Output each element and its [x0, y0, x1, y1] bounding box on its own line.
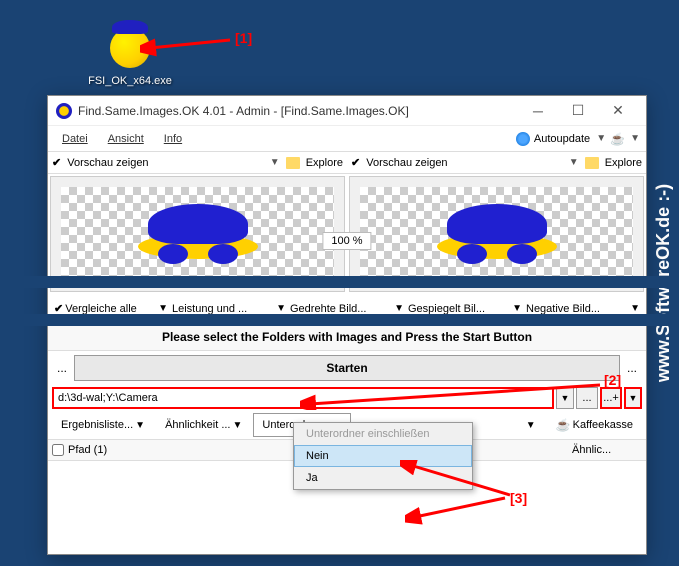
arrow-3b [405, 495, 515, 525]
close-button[interactable]: ✕ [598, 96, 638, 126]
explore-right[interactable]: Explore [605, 157, 642, 169]
filter-results[interactable]: Ergebnisliste...▼ [52, 413, 154, 437]
annotation-3: [3] [510, 490, 527, 506]
maximize-button[interactable]: ☐ [558, 96, 598, 126]
preview-show-right[interactable]: Vorschau zeigen [366, 157, 447, 169]
app-icon [56, 103, 72, 119]
instruction-text: Please select the Folders with Images an… [48, 324, 646, 351]
folder-icon [286, 157, 300, 169]
dots-left[interactable]: ... [52, 361, 72, 375]
autoupdate-control[interactable]: Autoupdate ▼ [516, 132, 606, 146]
menu-info[interactable]: Info [156, 130, 190, 148]
coffee-menu[interactable]: ▼ [610, 132, 640, 146]
path-column-header[interactable]: Pfad (1) [68, 444, 107, 456]
menu-ansicht[interactable]: Ansicht [100, 130, 152, 148]
chevron-down-icon: ▼ [630, 133, 640, 144]
arrow-3a [400, 460, 520, 500]
app-window: Find.Same.Images.OK 4.01 - Admin - [Find… [47, 95, 647, 555]
annotation-1: [1] [235, 30, 252, 46]
explore-left[interactable]: Explore [306, 157, 343, 169]
coffee-icon: ☕ [556, 418, 571, 432]
folder-icon [585, 157, 599, 169]
minimize-button[interactable]: ─ [518, 96, 558, 126]
menubar: Datei Ansicht Info Autoupdate ▼ ▼ [48, 126, 646, 152]
check-icon: ✔ [52, 156, 61, 169]
add-path-dropdown[interactable]: ▼ [624, 387, 642, 409]
filter-coffee[interactable]: ☕Kaffeekasse [547, 413, 642, 437]
window-title: Find.Same.Images.OK 4.01 - Admin - [Find… [78, 104, 518, 118]
arrow-1 [140, 30, 240, 60]
preview-right[interactable] [349, 176, 644, 292]
dropdown-include-subfolders: Unterordner einschließen [294, 423, 472, 445]
filter-similarity[interactable]: Ähnlichkeit ...▼ [156, 413, 251, 437]
preview-left[interactable] [50, 176, 345, 292]
menu-datei[interactable]: Datei [54, 130, 96, 148]
filter-extra[interactable]: ▼ [517, 413, 545, 437]
globe-icon [516, 132, 530, 146]
titlebar[interactable]: Find.Same.Images.OK 4.01 - Admin - [Find… [48, 96, 646, 126]
autoupdate-label: Autoupdate [534, 133, 590, 145]
similarity-column-header[interactable]: Ähnlic... [572, 444, 642, 456]
chevron-down-icon: ▼ [596, 133, 606, 144]
check-icon: ✔ [351, 156, 360, 169]
coffee-icon [610, 132, 624, 146]
preview-area: 100 % [48, 174, 646, 294]
chevron-down-icon[interactable]: ▼ [569, 157, 579, 168]
chevron-down-icon[interactable]: ▼ [270, 157, 280, 168]
start-button[interactable]: Starten [74, 355, 620, 381]
desktop-icon-label: FSI_OK_x64.exe [85, 75, 175, 87]
annotation-2: [2] [604, 372, 621, 388]
preview-show-left[interactable]: Vorschau zeigen [67, 157, 148, 169]
arrow-2 [300, 380, 610, 410]
zoom-label[interactable]: 100 % [322, 232, 371, 250]
select-all-checkbox[interactable] [52, 444, 64, 456]
preview-toolbar: ✔ Vorschau zeigen ▼ Explore ✔ Vorschau z… [48, 152, 646, 174]
dots-right[interactable]: ... [622, 361, 642, 375]
